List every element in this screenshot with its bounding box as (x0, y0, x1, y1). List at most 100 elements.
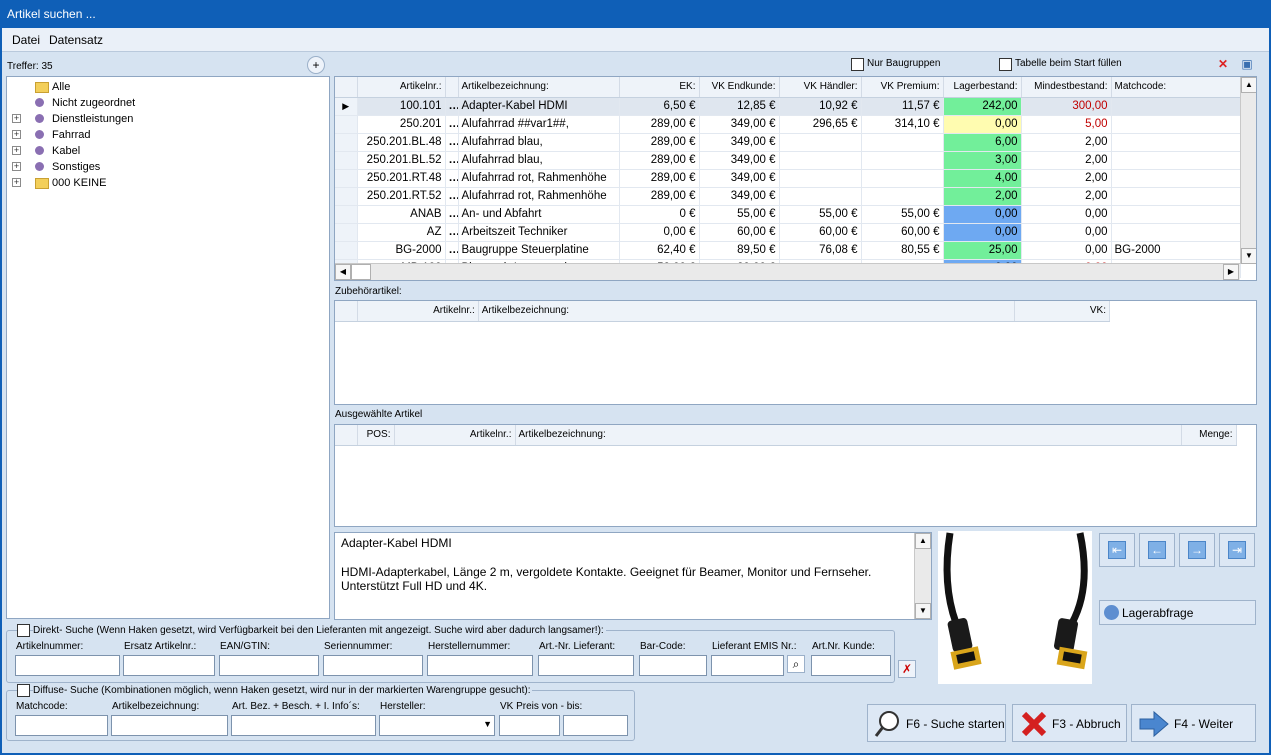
col-artnr[interactable]: Artikelnr.: (357, 77, 446, 98)
cell-min-stock[interactable]: 0,00 (1021, 223, 1112, 242)
cell-name[interactable]: Alufahrrad blau, (458, 133, 620, 152)
article-vscroll[interactable]: ▲ ▼ (1240, 77, 1256, 264)
cell-vk-premium[interactable]: 314,10 € (861, 115, 944, 134)
cell-min-stock[interactable]: 2,00 (1021, 187, 1112, 206)
diffuse-field-input[interactable] (231, 715, 376, 736)
row-header[interactable] (335, 169, 358, 188)
table-row[interactable]: ANAB…An- und Abfahrt0 €55,00 €55,00 €55,… (335, 205, 1241, 224)
cell-vk-end[interactable]: 349,00 € (699, 169, 780, 188)
cell-vk-dealer[interactable]: 76,08 € (779, 241, 862, 260)
cell-name[interactable]: Alufahrrad ##var1##, (458, 115, 620, 134)
cell-matchcode[interactable] (1111, 223, 1241, 242)
tree-item[interactable]: Nicht zugeordnet (52, 95, 135, 111)
cell-stock[interactable]: 0,00 (943, 223, 1022, 242)
cell-vk-end[interactable]: 349,00 € (699, 151, 780, 170)
cell-stock[interactable]: 0,00 (943, 115, 1022, 134)
tree-item[interactable]: Alle (52, 79, 70, 95)
tree-item[interactable]: Kabel (52, 143, 80, 159)
col-7[interactable]: Mindestbestand: (1021, 77, 1112, 98)
tree-expand-icon[interactable]: + (12, 178, 21, 187)
direct-search-checkbox[interactable] (17, 624, 30, 637)
cell-vk-dealer[interactable]: 296,65 € (779, 115, 862, 134)
cell-artnr[interactable]: 250.201.BL.52 (357, 151, 446, 170)
next-record-button[interactable]: → (1179, 533, 1215, 567)
table-row[interactable]: 250.201.RT.48…Alufahrrad rot, Rahmenhöhe… (335, 169, 1241, 188)
ellipsis-icon[interactable]: … (445, 151, 459, 170)
accessories-grid[interactable]: Artikelnr.: Artikelbezeichnung: VK: (334, 300, 1257, 405)
direct-field-input[interactable] (15, 655, 120, 676)
direct-field-input[interactable] (123, 655, 215, 676)
article-grid[interactable]: Artikelnr.: Artikelbezeichnung: EK: VK Endk… (334, 76, 1257, 281)
cell-ek[interactable]: 289,00 € (619, 187, 700, 206)
col-6[interactable]: Lagerbestand: (943, 77, 1022, 98)
cell-matchcode[interactable] (1111, 187, 1241, 206)
acc-col-name[interactable]: Artikelbezeichnung: (478, 301, 1015, 322)
table-row[interactable]: BG-2000…Baugruppe Steuerplatine62,40 €89… (335, 241, 1241, 260)
tree-item[interactable]: Sonstiges (52, 159, 100, 175)
col-name[interactable]: Artikelbezeichnung: (458, 77, 620, 98)
description-box[interactable]: Adapter-Kabel HDMI HDMI-Adapterkabel, Lä… (334, 532, 932, 620)
desc-scroll-down-icon[interactable]: ▼ (915, 603, 931, 619)
direct-field-input[interactable] (811, 655, 891, 676)
cell-artnr[interactable]: 250.201 (357, 115, 446, 134)
cell-artnr[interactable]: 100.101 (357, 97, 446, 116)
previous-record-button[interactable]: ← (1139, 533, 1175, 567)
selected-grid[interactable]: POS: Artikelnr.: Artikelbezeichnung: Men… (334, 424, 1257, 527)
cell-min-stock[interactable]: 5,00 (1021, 115, 1112, 134)
cell-matchcode[interactable] (1111, 151, 1241, 170)
scroll-left-icon[interactable]: ◀ (335, 264, 351, 280)
cell-ek[interactable]: 289,00 € (619, 115, 700, 134)
cell-name[interactable]: Arbeitszeit Techniker (458, 223, 620, 242)
cell-matchcode[interactable] (1111, 97, 1241, 116)
clear-fields-icon[interactable]: ✗ (898, 660, 916, 678)
cell-ek[interactable]: 6,50 € (619, 97, 700, 116)
cell-vk-premium[interactable] (861, 187, 944, 206)
cell-vk-end[interactable]: 55,00 € (699, 205, 780, 224)
direct-field-input[interactable] (427, 655, 533, 676)
tree-item[interactable]: 000 KEINE (52, 175, 106, 191)
table-row[interactable]: 250.201.RT.52…Alufahrrad rot, Rahmenhöhe… (335, 187, 1241, 206)
direct-field-input[interactable] (538, 655, 634, 676)
cell-stock[interactable]: 4,00 (943, 169, 1022, 188)
cell-name[interactable]: Alufahrrad blau, (458, 151, 620, 170)
cell-min-stock[interactable]: 2,00 (1021, 151, 1112, 170)
cell-stock[interactable]: 3,00 (943, 151, 1022, 170)
cell-artnr[interactable]: AZ (357, 223, 446, 242)
first-record-button[interactable]: ⇤ (1099, 533, 1135, 567)
cell-min-stock[interactable]: 2,00 (1021, 169, 1112, 188)
scroll-up-icon[interactable]: ▲ (1241, 77, 1256, 93)
cell-vk-dealer[interactable]: 10,92 € (779, 97, 862, 116)
cell-vk-dealer[interactable] (779, 187, 862, 206)
ellipsis-icon[interactable]: … (445, 169, 459, 188)
cell-ek[interactable]: 289,00 € (619, 133, 700, 152)
save-layout-icon[interactable]: ▣ (1238, 56, 1256, 74)
cell-ek[interactable]: 289,00 € (619, 151, 700, 170)
sel-col-artnr[interactable]: Artikelnr.: (394, 425, 516, 446)
direct-field-input[interactable] (323, 655, 423, 676)
cell-artnr[interactable]: ANAB (357, 205, 446, 224)
cell-name[interactable]: Baugruppe Steuerplatine (458, 241, 620, 260)
col-2[interactable]: EK: (619, 77, 700, 98)
table-row[interactable]: AZ…Arbeitszeit Techniker0,00 €60,00 €60,… (335, 223, 1241, 242)
cell-vk-premium[interactable]: 11,57 € (861, 97, 944, 116)
cell-vk-end[interactable]: 89,50 € (699, 241, 780, 260)
menu-datei[interactable]: Datei (12, 33, 40, 47)
cell-vk-premium[interactable]: 55,00 € (861, 205, 944, 224)
row-header[interactable] (335, 133, 358, 152)
row-header[interactable] (335, 223, 358, 242)
price-to-input[interactable] (563, 715, 628, 736)
cell-vk-dealer[interactable] (779, 133, 862, 152)
hscroll-thumb[interactable] (351, 264, 371, 280)
diffuse-field-input[interactable] (111, 715, 228, 736)
scroll-right-icon[interactable]: ▶ (1223, 264, 1239, 280)
cell-min-stock[interactable]: 2,00 (1021, 133, 1112, 152)
cell-vk-dealer[interactable]: 55,00 € (779, 205, 862, 224)
tree-expand-icon[interactable]: + (12, 130, 21, 139)
cell-stock[interactable]: 25,00 (943, 241, 1022, 260)
cell-matchcode[interactable] (1111, 169, 1241, 188)
search-supplier-icon[interactable]: ⌕ (787, 655, 805, 673)
cell-min-stock[interactable]: 0,00 (1021, 205, 1112, 224)
zoom-in-icon[interactable]: + (307, 56, 325, 74)
tree-expand-icon[interactable]: + (12, 146, 21, 155)
description-vscroll[interactable]: ▲ ▼ (914, 533, 931, 619)
